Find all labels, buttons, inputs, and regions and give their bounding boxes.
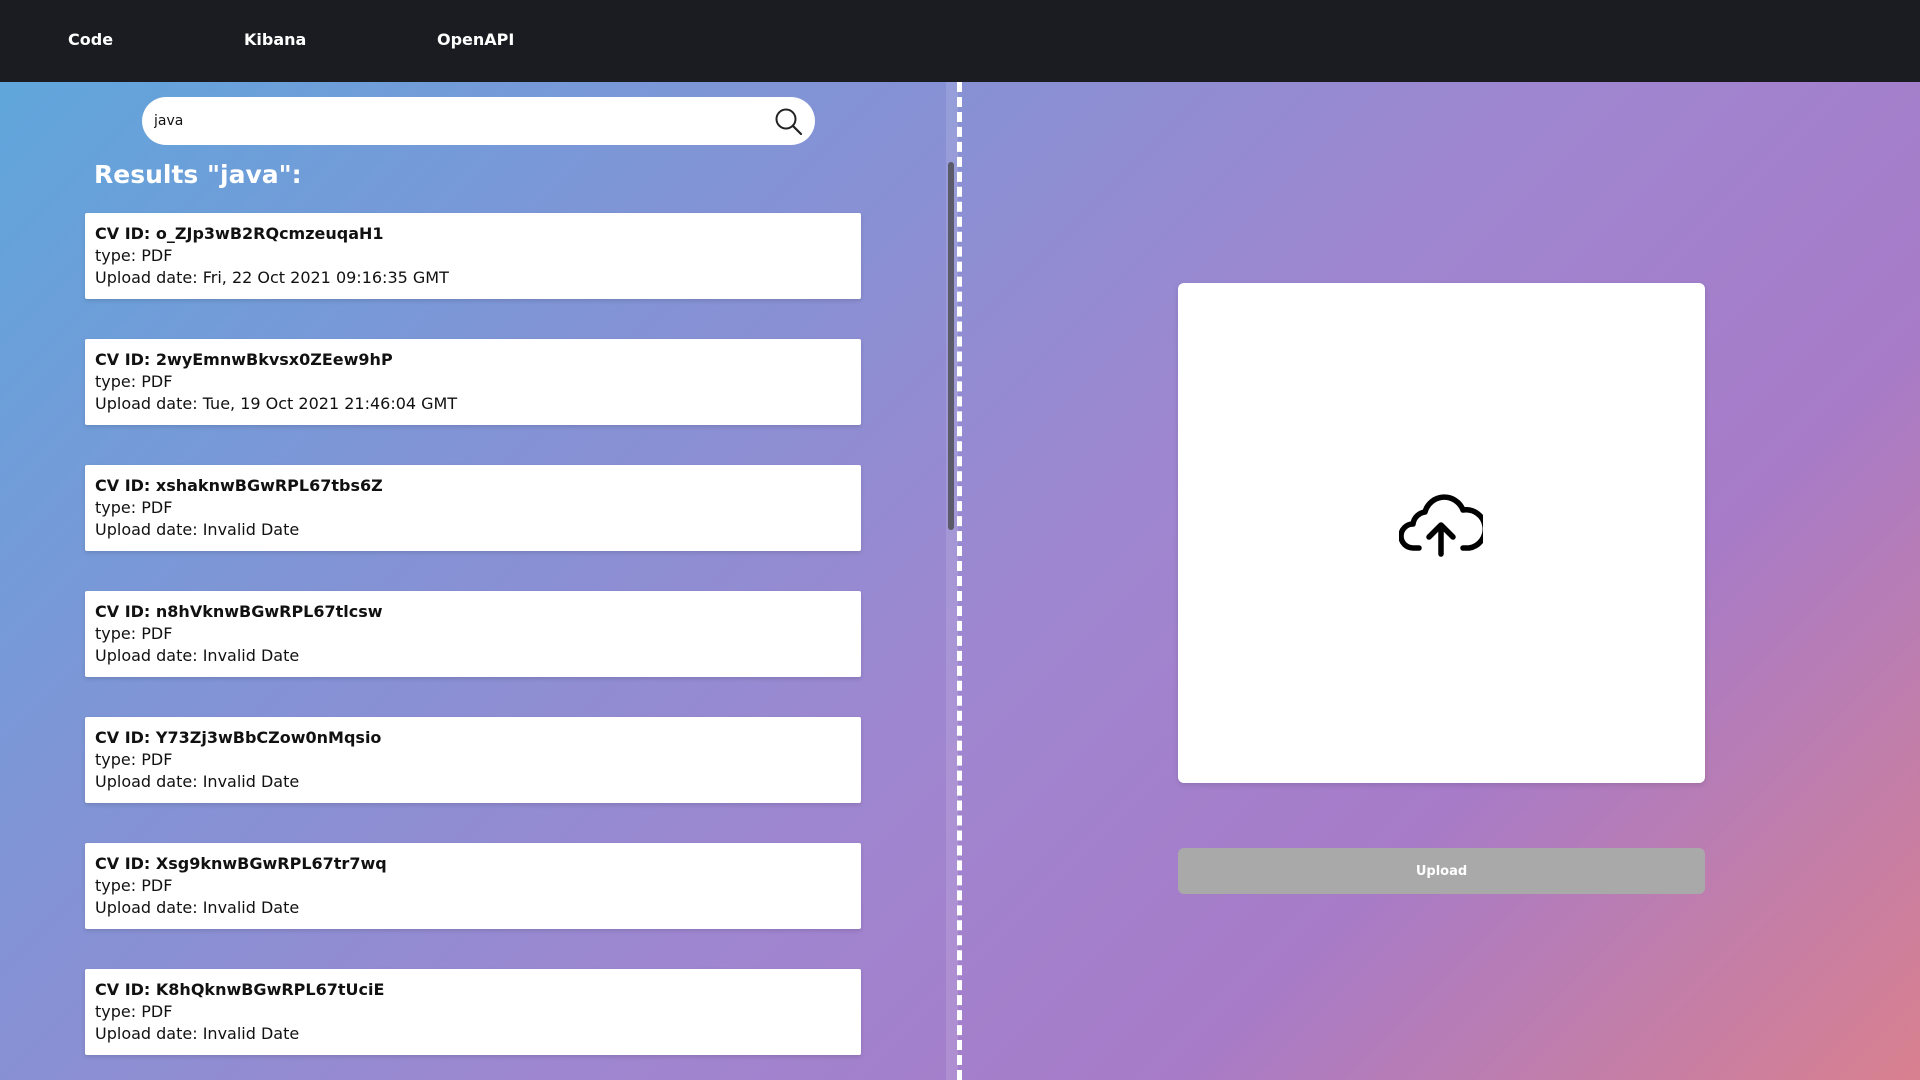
result-card[interactable]: CV ID: o_ZJp3wB2RQcmzeuqaH1 type: PDF Up… [85,213,861,299]
cv-type: type: PDF [95,1002,173,1021]
search-bar [142,97,815,145]
search-icon[interactable] [772,105,804,137]
nav-link-openapi[interactable]: OpenAPI [437,30,514,49]
result-card[interactable]: CV ID: 2wyEmnwBkvsx0ZEew9hP type: PDF Up… [85,339,861,425]
cv-upload-date: Upload date: Invalid Date [95,772,300,791]
cv-type: type: PDF [95,498,173,517]
cv-type: type: PDF [95,372,173,391]
cv-id: CV ID: xshaknwBGwRPL67tbs6Z [95,476,383,495]
pane-divider [957,82,962,1080]
cv-id: CV ID: K8hQknwBGwRPL67tUciE [95,980,385,999]
result-card[interactable]: CV ID: xshaknwBGwRPL67tbs6Z type: PDF Up… [85,465,861,551]
cv-id: CV ID: 2wyEmnwBkvsx0ZEew9hP [95,350,393,369]
cv-type: type: PDF [95,876,173,895]
top-navigation-bar: Code Kibana OpenAPI [0,0,1920,82]
nav-link-kibana[interactable]: Kibana [244,30,306,49]
cv-upload-date: Upload date: Fri, 22 Oct 2021 09:16:35 G… [95,268,449,287]
cv-upload-date: Upload date: Tue, 19 Oct 2021 21:46:04 G… [95,394,458,413]
upload-button[interactable]: Upload [1178,848,1705,894]
cv-id: CV ID: Y73Zj3wBbCZow0nMqsio [95,728,382,747]
result-card[interactable]: CV ID: Y73Zj3wBbCZow0nMqsio type: PDF Up… [85,717,861,803]
cv-type: type: PDF [95,750,173,769]
results-heading: Results "java": [94,160,302,189]
cv-id: CV ID: n8hVknwBGwRPL67tlcsw [95,602,383,621]
cv-upload-date: Upload date: Invalid Date [95,646,300,665]
cloud-upload-icon [1398,488,1488,558]
results-scrollbar-thumb[interactable] [948,162,954,530]
nav-link-code[interactable]: Code [68,30,113,49]
results-list: CV ID: o_ZJp3wB2RQcmzeuqaH1 type: PDF Up… [85,213,861,1080]
cv-type: type: PDF [95,624,173,643]
cv-upload-date: Upload date: Invalid Date [95,898,300,917]
result-card[interactable]: CV ID: Xsg9knwBGwRPL67tr7wq type: PDF Up… [85,843,861,929]
cv-upload-date: Upload date: Invalid Date [95,520,300,539]
cv-id: CV ID: o_ZJp3wB2RQcmzeuqaH1 [95,224,384,243]
cv-upload-date: Upload date: Invalid Date [95,1024,300,1043]
search-results-pane: Results "java": CV ID: o_ZJp3wB2RQcmzeuq… [0,82,950,1080]
search-input[interactable] [154,105,754,137]
result-card[interactable]: CV ID: K8hQknwBGwRPL67tUciE type: PDF Up… [85,969,861,1055]
result-card[interactable]: CV ID: n8hVknwBGwRPL67tlcsw type: PDF Up… [85,591,861,677]
cv-type: type: PDF [95,246,173,265]
file-drop-zone[interactable] [1178,283,1705,783]
cv-id: CV ID: Xsg9knwBGwRPL67tr7wq [95,854,387,873]
